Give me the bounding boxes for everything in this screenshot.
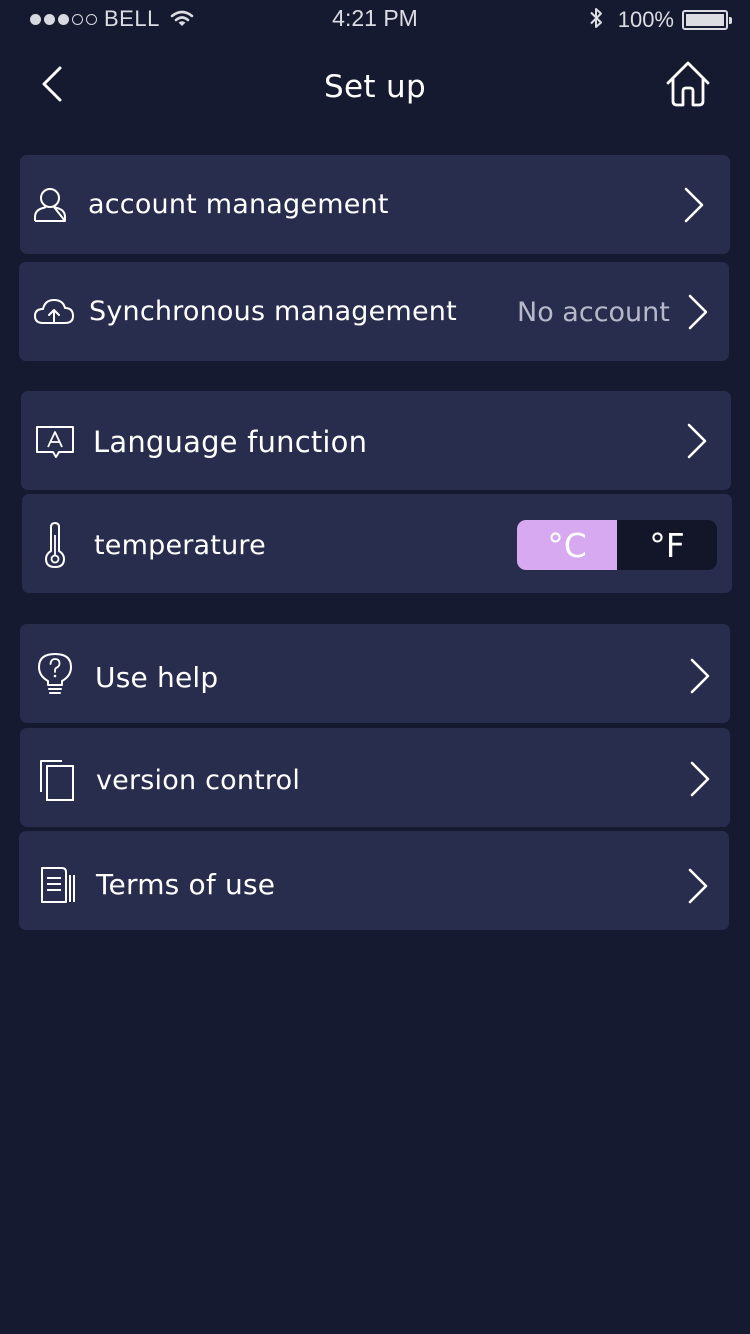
thermometer-icon — [42, 521, 68, 569]
battery-percentage: 100% — [617, 7, 674, 32]
chevron-right-icon — [680, 185, 706, 225]
chevron-right-icon — [686, 759, 712, 799]
home-button[interactable] — [662, 59, 714, 113]
settings-item-account[interactable]: account management — [20, 155, 730, 254]
temperature-unit-toggle: °C °F — [517, 520, 717, 570]
settings-item-temperature: temperature °C °F — [22, 494, 732, 593]
settings-item-sync[interactable]: Synchronous management No account — [19, 262, 729, 361]
chevron-right-icon — [684, 292, 710, 332]
settings-item-label: temperature — [94, 530, 266, 561]
settings-item-label: version control — [96, 765, 301, 796]
celsius-option[interactable]: °C — [517, 520, 617, 570]
help-bulb-icon — [36, 651, 74, 697]
language-icon — [34, 424, 76, 460]
battery-icon — [682, 10, 732, 30]
settings-item-language[interactable]: Language function — [21, 391, 731, 490]
settings-item-label: Use help — [95, 661, 219, 694]
fahrenheit-option[interactable]: °F — [617, 520, 717, 570]
settings-item-label: account management — [88, 189, 389, 220]
copy-icon — [38, 758, 76, 802]
cloud-upload-icon — [33, 296, 75, 328]
settings-item-terms[interactable]: Terms of use — [19, 831, 729, 930]
settings-item-version[interactable]: version control — [20, 728, 730, 827]
status-bar-right: 100% — [588, 6, 732, 34]
page-title: Set up — [324, 69, 426, 105]
chevron-right-icon — [686, 656, 712, 696]
settings-item-label: Language function — [93, 425, 368, 459]
bluetooth-icon — [588, 6, 604, 34]
chevron-right-icon — [683, 421, 709, 461]
home-icon — [664, 59, 712, 113]
document-icon — [39, 865, 79, 905]
chevron-right-icon — [684, 866, 710, 906]
status-bar: BELL 4:21 PM 100% — [0, 0, 750, 40]
user-icon — [32, 186, 68, 224]
sync-status-value: No account — [517, 297, 670, 328]
settings-item-label: Synchronous management — [89, 296, 457, 327]
settings-item-label: Terms of use — [96, 868, 276, 901]
navigation-bar: Set up — [0, 48, 750, 130]
settings-item-help[interactable]: Use help — [20, 624, 730, 723]
